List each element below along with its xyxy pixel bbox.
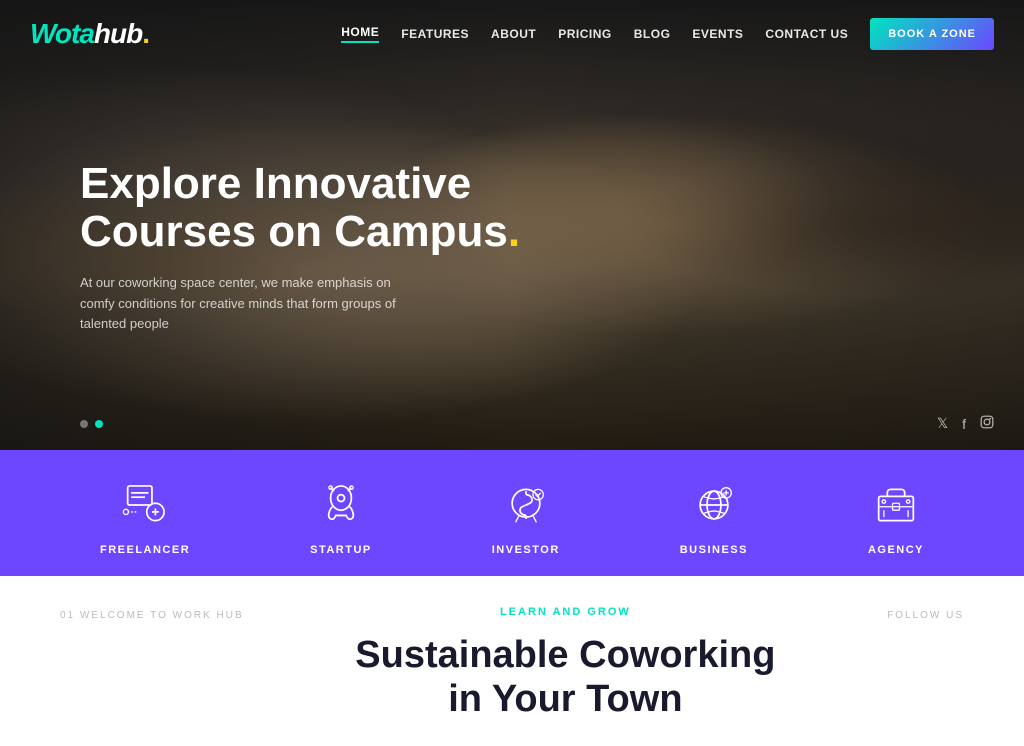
bottom-left-label: 01 WELCOME TO WORK HUB <box>60 606 244 621</box>
nav-features[interactable]: FEATURES <box>401 27 469 41</box>
agency-icon <box>869 478 923 532</box>
nav-blog[interactable]: BLOG <box>634 27 671 41</box>
instagram-icon[interactable] <box>980 415 994 432</box>
hero-dots <box>80 420 103 428</box>
investor-label: INVESTOR <box>492 544 560 556</box>
book-zone-button[interactable]: BOOK A ZONE <box>870 18 994 50</box>
dot-1[interactable] <box>80 420 88 428</box>
hero-subtitle: At our coworking space center, we make e… <box>80 273 400 335</box>
freelancer-label: FREELANCER <box>100 544 190 556</box>
startup-icon <box>314 478 368 532</box>
logo-dot: . <box>142 18 149 49</box>
header: Wotahub. HOME FEATURES ABOUT PRICING BLO… <box>0 0 1024 68</box>
agency-label: AGENCY <box>868 544 924 556</box>
band-item-startup[interactable]: STARTUP <box>310 478 372 556</box>
bottom-heading-line2: in Your Town <box>448 678 682 720</box>
band-item-investor[interactable]: INVESTOR <box>492 478 560 556</box>
hero-content: Explore Innovative Courses on Campus. At… <box>80 160 520 335</box>
business-label: BUSINESS <box>680 544 748 556</box>
main-nav: HOME FEATURES ABOUT PRICING BLOG EVENTS … <box>341 18 994 50</box>
hero-title-line2: Courses on Campus <box>80 207 508 256</box>
band-item-business[interactable]: BUSINESS <box>680 478 748 556</box>
hero-social: 𝕏 f <box>937 415 994 432</box>
facebook-icon[interactable]: f <box>962 416 966 432</box>
bottom-tag: LEARN AND GROW <box>284 606 847 618</box>
dot-2[interactable] <box>95 420 103 428</box>
bottom-section: 01 WELCOME TO WORK HUB LEARN AND GROW Su… <box>0 576 1024 746</box>
hero-title-line1: Explore Innovative <box>80 159 471 208</box>
nav-about[interactable]: ABOUT <box>491 27 536 41</box>
band-item-freelancer[interactable]: FREELANCER <box>100 478 190 556</box>
bottom-right-label: FOLLOW US <box>887 606 964 621</box>
logo-hub: hub <box>94 18 142 49</box>
nav-home[interactable]: HOME <box>341 25 379 43</box>
logo: Wotahub. <box>30 18 149 50</box>
bottom-heading-line1: Sustainable Coworking <box>355 634 775 676</box>
band-item-agency[interactable]: AGENCY <box>868 478 924 556</box>
startup-label: STARTUP <box>310 544 372 556</box>
hero-title: Explore Innovative Courses on Campus. <box>80 160 520 257</box>
nav-contact[interactable]: CONTACT US <box>765 27 848 41</box>
bottom-heading: Sustainable Coworking in Your Town <box>284 634 847 721</box>
business-icon <box>687 478 741 532</box>
twitter-icon[interactable]: 𝕏 <box>937 415 948 432</box>
freelancer-icon <box>118 478 172 532</box>
bottom-center-content: LEARN AND GROW Sustainable Coworking in … <box>244 606 887 721</box>
logo-wota: Wota <box>30 18 94 49</box>
services-band: FREELANCER STARTUP <box>0 450 1024 576</box>
nav-pricing[interactable]: PRICING <box>558 27 612 41</box>
hero-title-accent: . <box>508 207 520 256</box>
investor-icon <box>499 478 553 532</box>
nav-events[interactable]: EVENTS <box>692 27 743 41</box>
